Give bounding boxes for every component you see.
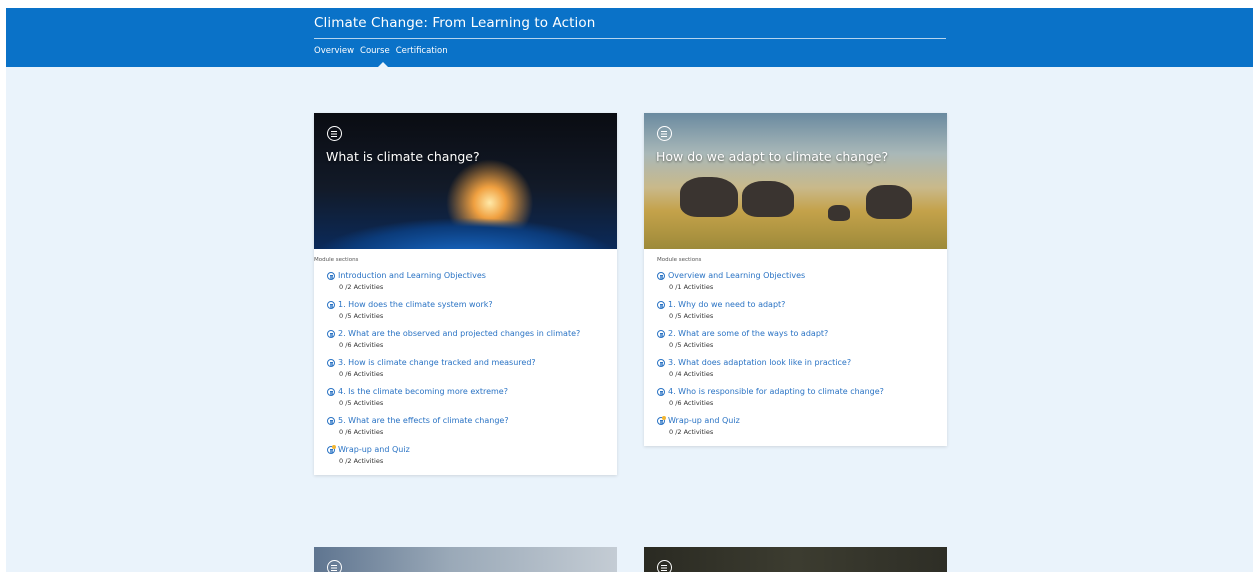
section-link[interactable]: 1. How does the climate system work? — [327, 300, 617, 309]
section-activity-count: 0 /6 Activities — [669, 399, 714, 407]
section-link[interactable]: 3. How is climate change tracked and mea… — [327, 358, 617, 367]
section-activity-count: 0 /2 Activities — [339, 457, 384, 465]
list-item: 4. Is the climate becoming more extreme?… — [327, 387, 617, 407]
quiz-icon — [327, 444, 336, 454]
tab-course[interactable]: Course — [360, 46, 390, 56]
section-title[interactable]: 1. How does the climate system work? — [338, 300, 493, 309]
list-item: Introduction and Learning Objectives 0 /… — [327, 271, 617, 291]
module-hero-image[interactable]: How do we adapt to climate change? — [644, 113, 947, 249]
section-link[interactable]: 4. Who is responsible for adapting to cl… — [657, 387, 947, 396]
section-activity-count: 0 /2 Activities — [339, 283, 384, 291]
elephant-graphic — [828, 205, 850, 221]
section-title[interactable]: 2. What are some of the ways to adapt? — [668, 329, 828, 338]
section-title[interactable]: 4. Who is responsible for adapting to cl… — [668, 387, 884, 396]
module-hero-image[interactable]: What is climate change? — [314, 113, 617, 249]
section-title[interactable]: Overview and Learning Objectives — [668, 271, 805, 280]
elephant-graphic — [680, 177, 738, 217]
section-icon — [657, 271, 665, 280]
section-link[interactable]: 2. What are the observed and projected c… — [327, 329, 617, 338]
course-header: Climate Change: From Learning to Action … — [6, 8, 1253, 67]
section-link[interactable]: 3. What does adaptation look like in pra… — [657, 358, 947, 367]
course-title: Climate Change: From Learning to Action — [314, 15, 596, 31]
app-frame: Climate Change: From Learning to Action … — [6, 8, 1253, 572]
tab-certification[interactable]: Certification — [396, 46, 448, 56]
module-card-1[interactable]: What is climate change? Module sections … — [314, 113, 617, 475]
list-item: Wrap-up and Quiz 0 /2 Activities — [657, 415, 947, 436]
section-activity-count: 0 /2 Activities — [669, 428, 714, 436]
module-title[interactable]: What is climate change? — [326, 149, 480, 164]
section-icon — [327, 271, 335, 280]
quiz-icon — [657, 415, 666, 425]
section-activity-count: 0 /1 Activities — [669, 283, 714, 291]
header-divider — [314, 38, 946, 39]
section-link[interactable]: Wrap-up and Quiz — [327, 444, 617, 454]
section-activity-count: 0 /4 Activities — [669, 370, 714, 378]
active-tab-caret-icon — [378, 62, 388, 67]
elephant-graphic — [866, 185, 912, 219]
section-title[interactable]: 5. What are the effects of climate chang… — [338, 416, 509, 425]
section-icon — [327, 300, 335, 309]
section-icon — [327, 387, 335, 396]
section-link[interactable]: Introduction and Learning Objectives — [327, 271, 617, 280]
section-icon — [327, 416, 335, 425]
list-item: 1. Why do we need to adapt? 0 /5 Activit… — [657, 300, 947, 320]
section-link[interactable]: Overview and Learning Objectives — [657, 271, 947, 280]
section-link[interactable]: 4. Is the climate becoming more extreme? — [327, 387, 617, 396]
module-icon — [657, 560, 672, 572]
module-card-3[interactable] — [314, 547, 617, 572]
list-item: 4. Who is responsible for adapting to cl… — [657, 387, 947, 407]
module-sections-label: Module sections — [314, 257, 359, 263]
section-title[interactable]: Wrap-up and Quiz — [338, 445, 410, 454]
module-icon — [657, 126, 672, 141]
section-title[interactable]: 3. How is climate change tracked and mea… — [338, 358, 536, 367]
section-link[interactable]: Wrap-up and Quiz — [657, 415, 947, 425]
module-icon — [327, 560, 342, 572]
list-item: 3. What does adaptation look like in pra… — [657, 358, 947, 378]
section-title[interactable]: 4. Is the climate becoming more extreme? — [338, 387, 508, 396]
section-activity-count: 0 /5 Activities — [669, 312, 714, 320]
section-icon — [657, 300, 665, 309]
section-link[interactable]: 1. Why do we need to adapt? — [657, 300, 947, 309]
list-item: Wrap-up and Quiz 0 /2 Activities — [327, 444, 617, 465]
tab-overview[interactable]: Overview — [314, 46, 354, 56]
course-nav: Overview Course Certification — [314, 46, 448, 67]
section-activity-count: 0 /6 Activities — [339, 428, 384, 436]
section-activity-count: 0 /5 Activities — [669, 341, 714, 349]
elephant-graphic — [742, 181, 794, 217]
section-title[interactable]: Introduction and Learning Objectives — [338, 271, 486, 280]
module-title[interactable]: How do we adapt to climate change? — [656, 149, 888, 164]
section-activity-count: 0 /6 Activities — [339, 341, 384, 349]
section-activity-count: 0 /5 Activities — [339, 312, 384, 320]
section-icon — [327, 329, 335, 338]
list-item: 1. How does the climate system work? 0 /… — [327, 300, 617, 320]
list-item: Overview and Learning Objectives 0 /1 Ac… — [657, 271, 947, 291]
section-link[interactable]: 2. What are some of the ways to adapt? — [657, 329, 947, 338]
module-icon — [327, 126, 342, 141]
list-item: 3. How is climate change tracked and mea… — [327, 358, 617, 378]
section-title[interactable]: Wrap-up and Quiz — [668, 416, 740, 425]
section-icon — [327, 358, 335, 367]
list-item: 2. What are the observed and projected c… — [327, 329, 617, 349]
section-link[interactable]: 5. What are the effects of climate chang… — [327, 416, 617, 425]
section-icon — [657, 329, 665, 338]
section-icon — [657, 387, 665, 396]
module-card-2[interactable]: How do we adapt to climate change? Modul… — [644, 113, 947, 446]
section-title[interactable]: 2. What are the observed and projected c… — [338, 329, 580, 338]
list-item: 2. What are some of the ways to adapt? 0… — [657, 329, 947, 349]
section-icon — [657, 358, 665, 367]
list-item: 5. What are the effects of climate chang… — [327, 416, 617, 436]
module-sections-label: Module sections — [657, 257, 702, 263]
section-activity-count: 0 /5 Activities — [339, 399, 384, 407]
section-activity-count: 0 /6 Activities — [339, 370, 384, 378]
section-title[interactable]: 3. What does adaptation look like in pra… — [668, 358, 851, 367]
section-title[interactable]: 1. Why do we need to adapt? — [668, 300, 785, 309]
module-card-4[interactable] — [644, 547, 947, 572]
